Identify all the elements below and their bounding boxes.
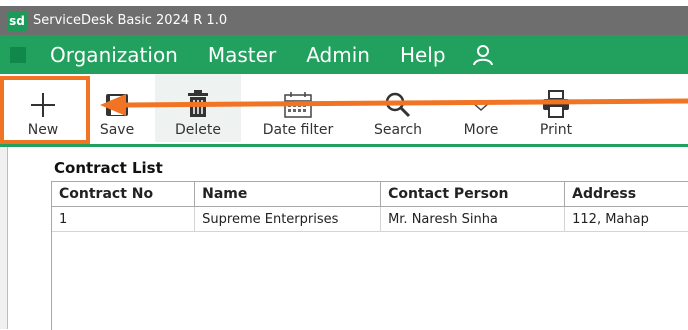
menu-square-icon — [10, 46, 26, 63]
menu-help[interactable]: Help — [400, 43, 446, 67]
table-row[interactable]: 1 Supreme Enterprises Mr. Naresh Sinha 1… — [52, 206, 688, 232]
menu-organization[interactable]: Organization — [50, 43, 178, 67]
menu-bar: Organization Master Admin Help — [0, 35, 688, 74]
menu-admin[interactable]: Admin — [306, 43, 370, 67]
date-filter-button-label: Date filter — [262, 122, 334, 138]
column-header-address[interactable]: Address — [564, 182, 688, 207]
contract-grid: Contract No Name Contact Person Address … — [51, 181, 688, 330]
cell-name[interactable]: Supreme Enterprises — [194, 206, 382, 232]
delete-button-label: Delete — [175, 122, 221, 138]
cell-contract-no[interactable]: 1 — [52, 206, 196, 232]
contract-list-title: Contract List — [54, 159, 163, 177]
menu-master[interactable]: Master — [208, 43, 276, 67]
column-header-contract-no[interactable]: Contract No — [52, 182, 196, 207]
app-logo: sd — [7, 10, 27, 31]
annotation-arrow — [100, 94, 688, 116]
left-panel — [0, 147, 8, 329]
cell-contact-person[interactable]: Mr. Naresh Sinha — [380, 206, 566, 232]
search-button-label: Search — [373, 122, 423, 138]
column-header-contact-person[interactable]: Contact Person — [380, 182, 566, 207]
title-bar: sd ServiceDesk Basic 2024 R 1.0 — [0, 6, 688, 35]
more-button-label: More — [463, 122, 499, 138]
print-button-label: Print — [539, 122, 573, 138]
save-button-label: Save — [99, 122, 135, 138]
annotation-highlight-box — [0, 76, 90, 144]
column-header-name[interactable]: Name — [194, 182, 382, 207]
cell-address[interactable]: 112, Mahap — [564, 206, 688, 232]
user-icon[interactable] — [472, 44, 494, 66]
window-title: ServiceDesk Basic 2024 R 1.0 — [33, 13, 228, 28]
